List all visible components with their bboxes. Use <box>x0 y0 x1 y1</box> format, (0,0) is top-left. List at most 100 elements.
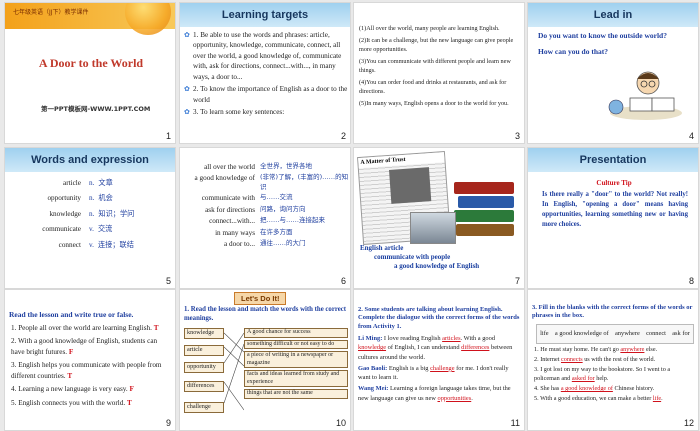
sentence: (4)You can order food and drinks at rest… <box>359 78 507 95</box>
slide-11-thumbnail[interactable]: 2. Some students are talking about learn… <box>353 289 525 431</box>
slide-title: A Door to the World <box>38 56 144 70</box>
filled-answer: connects <box>560 355 583 363</box>
slide-10-thumbnail[interactable]: Let's Do It! 1. Read the lesson and matc… <box>179 289 351 431</box>
filled-answer: a good knowledge of <box>560 384 613 392</box>
dialogue: Li Ming: I love reading English articles… <box>358 334 522 403</box>
slide-3-thumbnail[interactable]: (1)All over the world, many people are l… <box>353 2 525 144</box>
tf-item: 4. Learning a new language is very easy.… <box>11 385 134 394</box>
fill-item: 1. He must stay home. He can't go anywhe… <box>534 346 658 353</box>
phrase-entry: ask for directions 问路，询问方向 <box>205 204 306 214</box>
tf-item: 5. English connects you with the world. … <box>11 398 132 407</box>
slide-tag: 七年级英语（JJ下）教学课件 <box>13 9 89 16</box>
slide-6-thumbnail[interactable]: all over the world 全世界，世界各地 a good knowle… <box>179 147 351 289</box>
tf-answer: T <box>126 398 132 407</box>
dialogue-line: Wang Mei: Learning a foreign language ta… <box>358 385 511 402</box>
bullet-icon: ✿ <box>184 85 191 94</box>
match-word[interactable]: opportunity <box>184 361 224 373</box>
phrase-entry: in many ways 在许多方面 <box>215 227 293 237</box>
slide-title: Learning targets <box>180 3 350 27</box>
match-word[interactable]: challenge <box>184 401 224 413</box>
question-1: Do you want to know the outside world? <box>538 31 667 40</box>
word-column: knowledge article opportunity difference… <box>184 328 224 413</box>
slide-number: 11 <box>510 418 520 428</box>
match-word[interactable]: article <box>184 344 224 356</box>
target-item: ✿ 2. To know the importance of English as… <box>184 85 348 104</box>
filled-answer: anywhere <box>620 346 645 353</box>
tf-item: 2. With a good knowledge of English, stu… <box>11 337 158 356</box>
word-box: life a good knowledge of anywhere connec… <box>536 324 694 344</box>
tf-answer: T <box>67 371 73 380</box>
filled-answer: opportunities <box>437 394 472 402</box>
boy-reading-illustration <box>608 71 682 120</box>
fill-item: 4. She has a good knowledge of Chinese h… <box>534 384 655 392</box>
phrase-list: all over the world 全世界，世界各地 a good knowle… <box>183 162 349 249</box>
match-meaning[interactable]: something difficult or not easy to do <box>244 339 348 349</box>
slide-number: 10 <box>335 418 346 428</box>
fill-item: 3. I got lost on my way to the bookstore… <box>534 365 671 382</box>
slide-title: 3. Fill in the blanks with the correct f… <box>532 304 693 320</box>
slide-7-thumbnail[interactable]: A Matter of Trust English article commun… <box>353 147 525 289</box>
slide-title: Words and expression <box>5 148 175 172</box>
slide-number: 12 <box>683 418 694 428</box>
box-word: anywhere <box>614 330 640 338</box>
slide-number: 6 <box>340 276 346 286</box>
sentence: (1)All over the world, many people are l… <box>359 25 500 32</box>
slide-title: Read the lesson and write true or false. <box>9 310 134 319</box>
match-word[interactable]: differences <box>184 380 224 392</box>
slide-title: Presentation <box>528 148 698 172</box>
slide-title: 1. Read the lesson and match the words w… <box>184 306 347 322</box>
slide-9-thumbnail[interactable]: Read the lesson and write true or false.… <box>4 289 176 431</box>
dialogue-line: Li Ming: I love reading English articles… <box>358 335 513 361</box>
slide-2-thumbnail[interactable]: Learning targets ✿ 1. Be able to use the … <box>179 2 351 144</box>
fill-item: 2. Internet connects us with the rest of… <box>534 355 656 363</box>
match-word[interactable]: knowledge <box>184 328 224 339</box>
slide-title: 2. Some students are talking about learn… <box>358 306 520 330</box>
filled-answer: challenge <box>430 364 455 372</box>
phrase-entry: a good knowledge of (非常)了解，(丰富的)……的知识 <box>194 173 349 191</box>
fill-blank-list: 1. He must stay home. He can't go anywhe… <box>534 346 696 404</box>
caption-3: a good knowledge of English <box>394 262 480 270</box>
slide-number: 2 <box>340 131 346 141</box>
slide-number: 7 <box>514 276 520 286</box>
slide-footer: 第一PPT模板网-WWW.1PPT.COM <box>41 105 151 113</box>
match-meaning[interactable]: A good chance for success <box>244 328 348 338</box>
slide-number: 3 <box>514 131 520 141</box>
sentence: (2)It can be a challenge, but the new la… <box>359 36 514 53</box>
word-entry: communicate v. 交流 <box>42 225 113 234</box>
word-entry: article n. 文章 <box>63 179 113 187</box>
slide-title: Lead in <box>528 3 698 27</box>
target-item: ✿ 1. Be able to use the words and phrases… <box>184 31 342 81</box>
slide-number: 4 <box>688 131 694 141</box>
slide-number: 8 <box>688 276 694 286</box>
match-meaning[interactable]: a piece of writing in a newspaper or mag… <box>244 351 348 368</box>
true-false-list: 1. People all over the world are learnin… <box>11 323 171 408</box>
box-word: a good knowledge of <box>554 330 609 338</box>
match-meaning[interactable]: things that are not the same <box>244 389 348 399</box>
match-meaning[interactable]: facts and ideas learned from study and e… <box>244 370 348 387</box>
sentence: (5)In many ways, English opens a door to… <box>359 99 509 107</box>
slide-12-thumbnail[interactable]: 3. Fill in the blanks with the correct f… <box>527 289 699 431</box>
lemon-decoration <box>125 3 171 35</box>
question-2: How can you do that? <box>538 47 609 56</box>
culture-tip-body: Is there really a "door" to the world? N… <box>542 191 688 228</box>
target-item: ✿ 3. To learn some key sentences: <box>184 108 285 117</box>
slide-1-thumbnail[interactable]: 七年级英语（JJ下）教学课件 A Door to the World 第一PPT… <box>4 2 176 144</box>
meaning-column: A good chance for success something diff… <box>244 328 348 399</box>
filled-answer: differences <box>461 344 490 352</box>
key-sentences: (1)All over the world, many people are l… <box>359 25 519 109</box>
books-image <box>454 182 514 242</box>
slide-4-thumbnail[interactable]: Lead in Do you want to know the outside … <box>527 2 699 144</box>
filled-answer: knowledge <box>358 344 387 352</box>
box-word: connect <box>646 330 666 338</box>
match-lines <box>224 332 244 411</box>
slide-5-thumbnail[interactable]: Words and expression article n. 文章 opportu… <box>4 147 176 289</box>
filled-answer: articles <box>442 335 461 342</box>
word-list: article n. 文章 opportunity n. 机会 knowledge n. 知… <box>11 178 171 250</box>
fill-item: 5. With a good education, we can make a … <box>534 394 663 402</box>
tf-answer: T <box>153 324 159 332</box>
phrase-entry: communicate with 与……交流 <box>201 193 293 203</box>
box-word: ask for <box>672 330 690 338</box>
slide-8-thumbnail[interactable]: Presentation Culture Tip Is there really… <box>527 147 699 289</box>
box-word: life <box>540 330 549 338</box>
filled-answer: life <box>652 394 662 402</box>
